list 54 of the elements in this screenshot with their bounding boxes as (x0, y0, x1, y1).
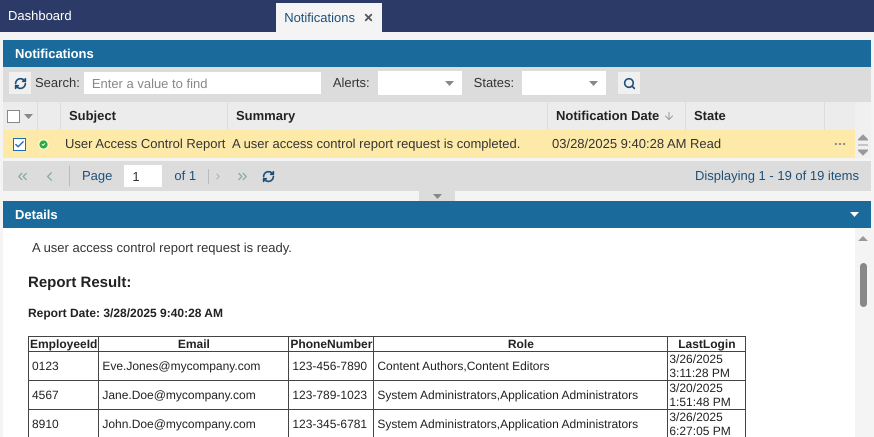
date-cell-text: 03/28/2025 9:40:28 AM (551, 135, 686, 154)
tab[interactable]: Notifications (276, 3, 382, 32)
refresh-button[interactable] (9, 72, 31, 94)
table-header-cell: Email (98, 336, 289, 352)
caret-icon (589, 80, 598, 86)
report-date: Report Date: 3/28/2025 9:40:28 AM (28, 305, 224, 322)
table-header-cell: Role (374, 336, 668, 352)
search-label: Search: (35, 74, 80, 92)
scroll-up-icon[interactable] (858, 236, 868, 241)
table-cell: 3/26/2025 3:11:28 PM (668, 352, 746, 380)
panel-header: Notifications (3, 40, 871, 67)
report-heading: Report Result: (28, 272, 132, 292)
paging-summary: Displaying 1 - 19 of 19 items (694, 167, 859, 186)
table-cell: Content Authors,Content Editors (374, 352, 668, 380)
table-cell: 3/20/2025 1:51:48 PM (668, 380, 746, 410)
page-label: Page (69, 166, 112, 186)
grid-row[interactable]: User Access Control Report A user access control report request is completed. 03/28/2025 9:40:28 AM Read (3, 130, 855, 158)
caret-icon (444, 80, 454, 86)
summary-cell-text: A user access control report request is completed. (231, 135, 522, 154)
collapse-icon[interactable] (850, 212, 859, 217)
splitter-handle[interactable] (419, 191, 455, 201)
table-header-cell: EmployeeId (28, 336, 99, 352)
caret-icon (432, 194, 442, 198)
tab[interactable]: Dashboard (0, 0, 80, 32)
scroll-thumb[interactable] (860, 263, 866, 307)
table-header-cell: PhoneNumber (288, 336, 374, 352)
table-cell: Eve.Jones@mycompany.com (98, 352, 289, 380)
state-cell-text: Read (689, 135, 722, 154)
filter-label: Alerts: (332, 74, 370, 92)
page-field[interactable]: 1 (124, 165, 162, 187)
table-cell: 123-456-7890 (288, 352, 374, 380)
filter-label: States: (474, 74, 514, 92)
row-checkbox[interactable] (13, 138, 26, 150)
close-icon[interactable] (363, 12, 374, 23)
table-cell: System Administrators,Application Administrators (374, 380, 668, 410)
table-cell: 8910 (28, 410, 99, 437)
search-icon (622, 76, 636, 90)
subject-cell-text: User Access Control Report (64, 135, 226, 154)
table-header-cell: LastLogin (668, 336, 746, 352)
details-message: A user access control report request is ready. (32, 239, 293, 257)
table-cell: 3/26/2025 6:27:05 PM (668, 410, 746, 437)
select-all-checkbox[interactable] (7, 110, 20, 122)
page-count: of 1 (174, 167, 196, 186)
search-field[interactable]: Enter a value to find (84, 72, 321, 94)
refresh-icon (14, 76, 26, 90)
table-cell: 4567 (28, 380, 99, 410)
search-button[interactable] (618, 72, 640, 94)
details-header: Details (3, 201, 871, 228)
scroll-arrows-icon[interactable] (858, 134, 868, 156)
table-cell: 0123 (28, 352, 99, 380)
refresh-icon[interactable] (262, 170, 276, 182)
caret-icon (24, 114, 33, 118)
table-cell: Jane.Doe@mycompany.com (98, 380, 289, 410)
table-cell: 123-789-1023 (288, 380, 374, 410)
